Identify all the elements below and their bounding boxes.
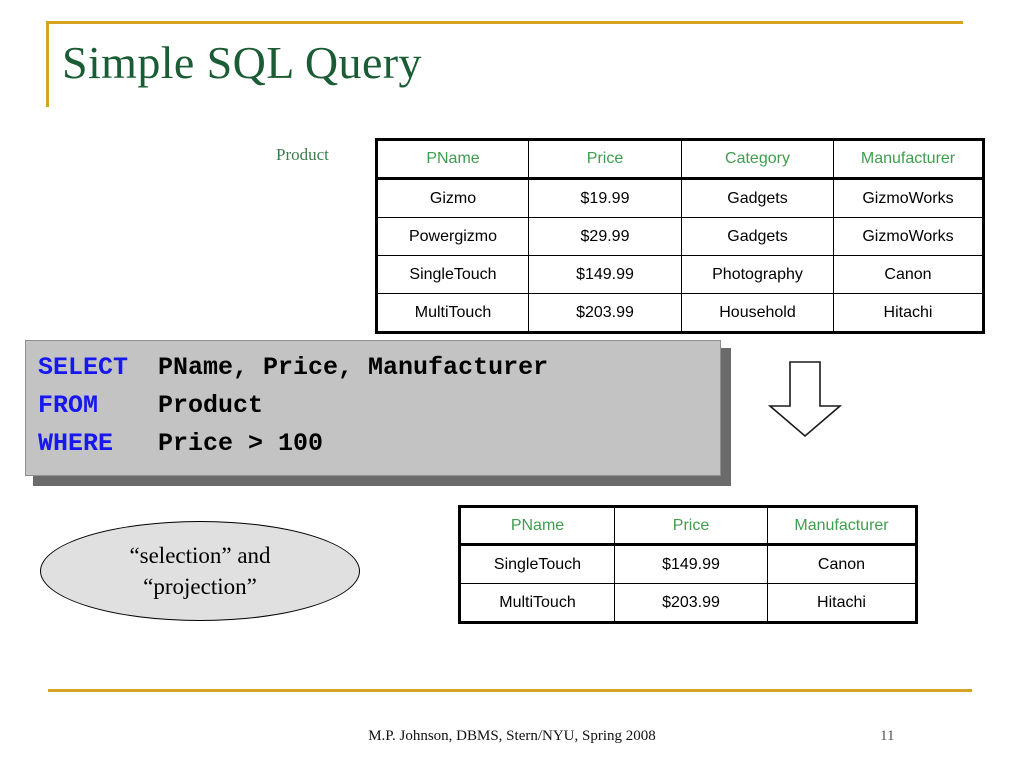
result-table: PName Price Manufacturer SingleTouch $14… <box>458 505 918 624</box>
cell-pname: MultiTouch <box>375 293 529 334</box>
sql-query-block: SELECT PName, Price, Manufacturer FROM Pro… <box>25 340 721 476</box>
relation-label-product: Product <box>276 145 329 164</box>
callout-ellipse: “selection” and “projection” <box>40 521 360 621</box>
cell-price: $149.99 <box>614 544 768 584</box>
sql-body-from: Product <box>158 391 264 420</box>
column-header-pname: PName <box>458 505 615 546</box>
footer-accent-line <box>48 689 972 692</box>
cell-category: Photography <box>681 255 834 294</box>
cell-price: $203.99 <box>528 293 682 334</box>
table-row: SingleTouch $149.99 Canon <box>458 544 918 584</box>
product-table: PName Price Category Manufacturer Gizmo … <box>375 138 985 334</box>
cell-price: $29.99 <box>528 217 682 256</box>
cell-manufacturer: Canon <box>833 255 985 294</box>
cell-category: Gadgets <box>681 217 834 256</box>
page-title: Simple SQL Query <box>62 37 422 88</box>
cell-manufacturer: GizmoWorks <box>833 217 985 256</box>
callout-line-2: “projection” <box>143 574 257 599</box>
header-accent-line-vertical <box>46 21 49 107</box>
sql-keyword-from: FROM <box>38 391 99 420</box>
table-row: Gizmo $19.99 Gadgets GizmoWorks <box>375 178 985 218</box>
table-header-row: PName Price Manufacturer <box>458 505 918 546</box>
page-number: 11 <box>880 728 895 744</box>
column-header-manufacturer: Manufacturer <box>767 505 918 546</box>
column-header-price: Price <box>614 505 768 546</box>
down-block-arrow-icon <box>767 361 843 438</box>
sql-keyword-select: SELECT <box>38 353 129 382</box>
sql-line-from: FROM Product <box>38 391 732 420</box>
cell-price: $149.99 <box>528 255 682 294</box>
footer-attribution: M.P. Johnson, DBMS, Stern/NYU, Spring 20… <box>368 728 656 744</box>
table-row: MultiTouch $203.99 Household Hitachi <box>375 293 985 334</box>
header-accent-line-horizontal <box>46 21 963 24</box>
cell-manufacturer: Hitachi <box>767 583 918 624</box>
column-header-price: Price <box>528 138 682 180</box>
callout-line-1: “selection” and <box>129 543 271 568</box>
table-row: MultiTouch $203.99 Hitachi <box>458 583 918 624</box>
cell-pname: SingleTouch <box>375 255 529 294</box>
sql-line-select: SELECT PName, Price, Manufacturer <box>38 353 732 382</box>
table-row: Powergizmo $29.99 Gadgets GizmoWorks <box>375 217 985 256</box>
table-header-row: PName Price Category Manufacturer <box>375 138 985 180</box>
cell-manufacturer: GizmoWorks <box>833 178 985 218</box>
cell-pname: SingleTouch <box>458 544 615 584</box>
cell-category: Household <box>681 293 834 334</box>
cell-pname: Gizmo <box>375 178 529 218</box>
cell-category: Gadgets <box>681 178 834 218</box>
cell-price: $19.99 <box>528 178 682 218</box>
cell-pname: MultiTouch <box>458 583 615 624</box>
table-row: SingleTouch $149.99 Photography Canon <box>375 255 985 294</box>
sql-keyword-where: WHERE <box>38 429 114 458</box>
cell-manufacturer: Canon <box>767 544 918 584</box>
sql-body-where: Price > 100 <box>158 429 324 458</box>
column-header-category: Category <box>681 138 834 180</box>
sql-body-select: PName, Price, Manufacturer <box>158 353 549 382</box>
cell-price: $203.99 <box>614 583 768 624</box>
cell-pname: Powergizmo <box>375 217 529 256</box>
column-header-manufacturer: Manufacturer <box>833 138 985 180</box>
cell-manufacturer: Hitachi <box>833 293 985 334</box>
column-header-pname: PName <box>375 138 529 180</box>
sql-line-where: WHERE Price > 100 <box>38 429 732 458</box>
